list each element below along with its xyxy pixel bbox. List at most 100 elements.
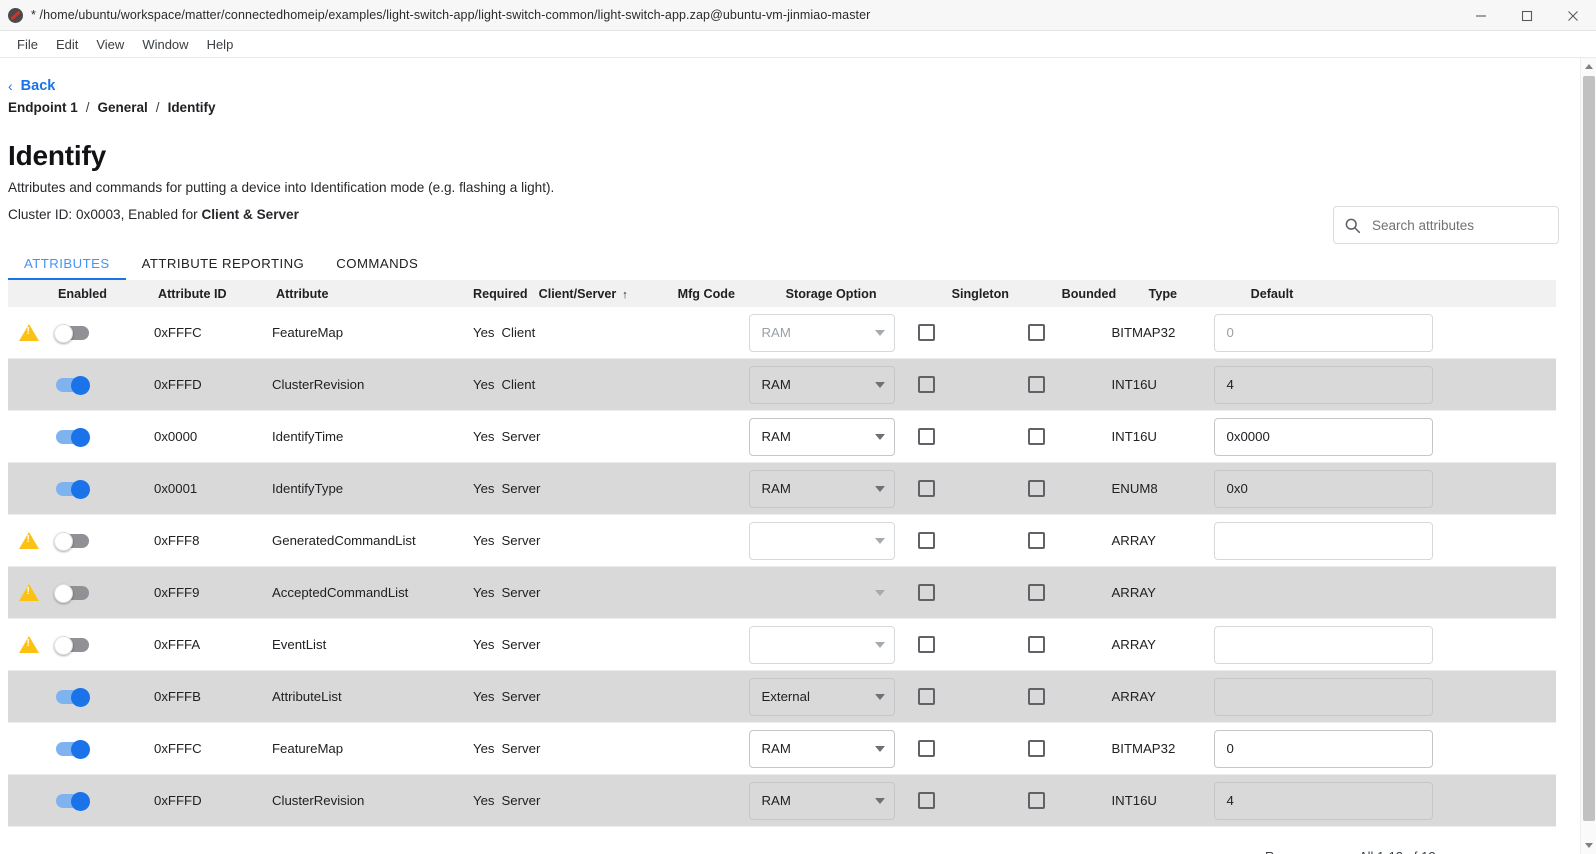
bounded-checkbox[interactable] — [1027, 584, 1045, 601]
column-header-single[interactable]: Singleton — [941, 287, 1051, 301]
singleton-checkbox[interactable] — [917, 740, 935, 757]
menu-item-edit[interactable]: Edit — [47, 34, 87, 55]
storage-option-select[interactable]: RAM — [748, 781, 895, 820]
column-header-attr[interactable]: Attribute — [265, 287, 473, 301]
default-value-input[interactable]: 4 — [1213, 365, 1433, 404]
table-row[interactable]: 0xFFFA EventList Yes Server ARRAY — [8, 619, 1556, 671]
table-row[interactable]: 0xFFFC FeatureMap Yes Server RAM BITMAP32 0 — [8, 723, 1556, 775]
cell-bounded — [1018, 428, 1105, 445]
table-row[interactable]: 0xFFFD ClusterRevision Yes Client RAM INT16U 4 — [8, 359, 1556, 411]
storage-option-select[interactable]: External — [748, 677, 895, 716]
enabled-toggle[interactable] — [54, 791, 96, 811]
menu-item-window[interactable]: Window — [133, 34, 197, 55]
enabled-toggle[interactable] — [54, 479, 96, 499]
default-value-input[interactable] — [1213, 573, 1433, 612]
column-header-storage[interactable]: Storage Option — [775, 287, 941, 301]
cell-bounded — [1018, 584, 1105, 601]
storage-option-select[interactable]: RAM — [748, 729, 895, 768]
scroll-down-button[interactable] — [1581, 837, 1596, 854]
back-button[interactable]: ‹ Back — [8, 78, 55, 94]
tab-attribute-reporting[interactable]: ATTRIBUTE REPORTING — [126, 256, 321, 280]
table-row[interactable]: 0xFFFD ClusterRevision Yes Server RAM INT16U 4 — [8, 775, 1556, 827]
storage-option-select[interactable]: RAM — [748, 365, 895, 404]
singleton-checkbox[interactable] — [917, 688, 935, 705]
cell-storage-option — [742, 521, 908, 560]
enabled-toggle[interactable] — [54, 531, 96, 551]
menu-item-help[interactable]: Help — [198, 34, 243, 55]
bounded-checkbox[interactable] — [1027, 688, 1045, 705]
storage-option-select[interactable] — [748, 521, 895, 560]
column-header-attrid[interactable]: Attribute ID — [147, 287, 265, 301]
singleton-checkbox[interactable] — [917, 480, 935, 497]
bounded-checkbox[interactable] — [1027, 636, 1045, 653]
table-row[interactable]: 0x0001 IdentifyType Yes Server RAM ENUM8 0x0 — [8, 463, 1556, 515]
default-value-input[interactable]: 4 — [1213, 781, 1433, 820]
singleton-checkbox[interactable] — [917, 792, 935, 809]
tab-attributes[interactable]: ATTRIBUTES — [8, 256, 126, 280]
storage-option-select[interactable]: RAM — [748, 313, 895, 352]
breadcrumb-item-0[interactable]: Endpoint 1 — [8, 100, 78, 115]
column-header-mfg[interactable]: Mfg Code — [667, 287, 775, 301]
bounded-checkbox[interactable] — [1027, 740, 1045, 757]
breadcrumb-item-2[interactable]: Identify — [168, 100, 216, 115]
table-row[interactable]: 0x0000 IdentifyTime Yes Server RAM INT16U 0x00… — [8, 411, 1556, 463]
singleton-checkbox[interactable] — [917, 324, 935, 341]
bounded-checkbox[interactable] — [1027, 376, 1045, 393]
table-row[interactable]: 0xFFF8 GeneratedCommandList Yes Server ARRAY — [8, 515, 1556, 567]
search-input[interactable] — [1370, 216, 1548, 234]
table-row[interactable]: 0xFFFC FeatureMap Yes Client RAM BITMAP32 0 — [8, 307, 1556, 359]
enabled-toggle[interactable] — [54, 583, 96, 603]
column-header-required[interactable]: Required — [473, 287, 528, 301]
enabled-toggle[interactable] — [54, 375, 96, 395]
default-value-input[interactable] — [1213, 521, 1433, 560]
singleton-checkbox[interactable] — [917, 584, 935, 601]
cell-type: ARRAY — [1111, 689, 1156, 704]
default-value-input[interactable]: 0x0000 — [1213, 417, 1433, 456]
cell-storage-option: RAM — [742, 417, 908, 456]
enabled-toggle[interactable] — [54, 323, 96, 343]
singleton-checkbox[interactable] — [917, 428, 935, 445]
default-value-input[interactable]: 0 — [1213, 313, 1433, 352]
scrollbar-thumb[interactable] — [1583, 76, 1595, 821]
search-box[interactable] — [1333, 206, 1559, 244]
bounded-checkbox[interactable] — [1027, 792, 1045, 809]
bounded-checkbox[interactable] — [1027, 428, 1045, 445]
vertical-scrollbar[interactable] — [1580, 58, 1596, 854]
default-value-input[interactable] — [1213, 677, 1433, 716]
default-value-input[interactable]: 0x0 — [1213, 469, 1433, 508]
bounded-checkbox[interactable] — [1027, 324, 1045, 341]
bounded-checkbox[interactable] — [1027, 532, 1045, 549]
minimize-button[interactable] — [1458, 0, 1504, 31]
menu-item-file[interactable]: File — [8, 34, 47, 55]
storage-option-select[interactable]: RAM — [748, 469, 895, 508]
scroll-up-button[interactable] — [1581, 58, 1596, 75]
enabled-toggle[interactable] — [54, 635, 96, 655]
table-row[interactable]: 0xFFFB AttributeList Yes Server External ARRA… — [8, 671, 1556, 723]
default-value-input[interactable]: 0 — [1213, 729, 1433, 768]
column-header-bounded[interactable]: Bounded — [1051, 287, 1138, 301]
tab-commands[interactable]: COMMANDS — [320, 256, 434, 280]
maximize-button[interactable] — [1504, 0, 1550, 31]
column-header-enabled[interactable]: Enabled — [8, 287, 147, 301]
column-header-type[interactable]: Type — [1138, 287, 1240, 301]
breadcrumb-item-1[interactable]: General — [98, 100, 148, 115]
singleton-checkbox[interactable] — [917, 376, 935, 393]
close-button[interactable] — [1550, 0, 1596, 31]
enabled-toggle[interactable] — [54, 687, 96, 707]
storage-option-select[interactable] — [748, 625, 895, 664]
table-row[interactable]: 0xFFF9 AcceptedCommandList Yes Server ARRAY — [8, 567, 1556, 619]
storage-option-select[interactable] — [748, 573, 895, 612]
singleton-checkbox[interactable] — [917, 532, 935, 549]
column-header-default[interactable]: Default — [1240, 287, 1474, 301]
cell-attribute-name: GeneratedCommandList — [272, 533, 416, 548]
enabled-toggle[interactable] — [54, 739, 96, 759]
storage-option-select[interactable]: RAM — [748, 417, 895, 456]
default-value-input[interactable] — [1213, 625, 1433, 664]
bounded-checkbox[interactable] — [1027, 480, 1045, 497]
menu-item-view[interactable]: View — [87, 34, 133, 55]
enabled-toggle[interactable] — [54, 427, 96, 447]
cell-required: Yes — [473, 637, 495, 652]
column-header-cs[interactable]: Client/Server ↑ — [528, 287, 667, 301]
singleton-checkbox[interactable] — [917, 636, 935, 653]
storage-option-value: External — [761, 689, 810, 704]
